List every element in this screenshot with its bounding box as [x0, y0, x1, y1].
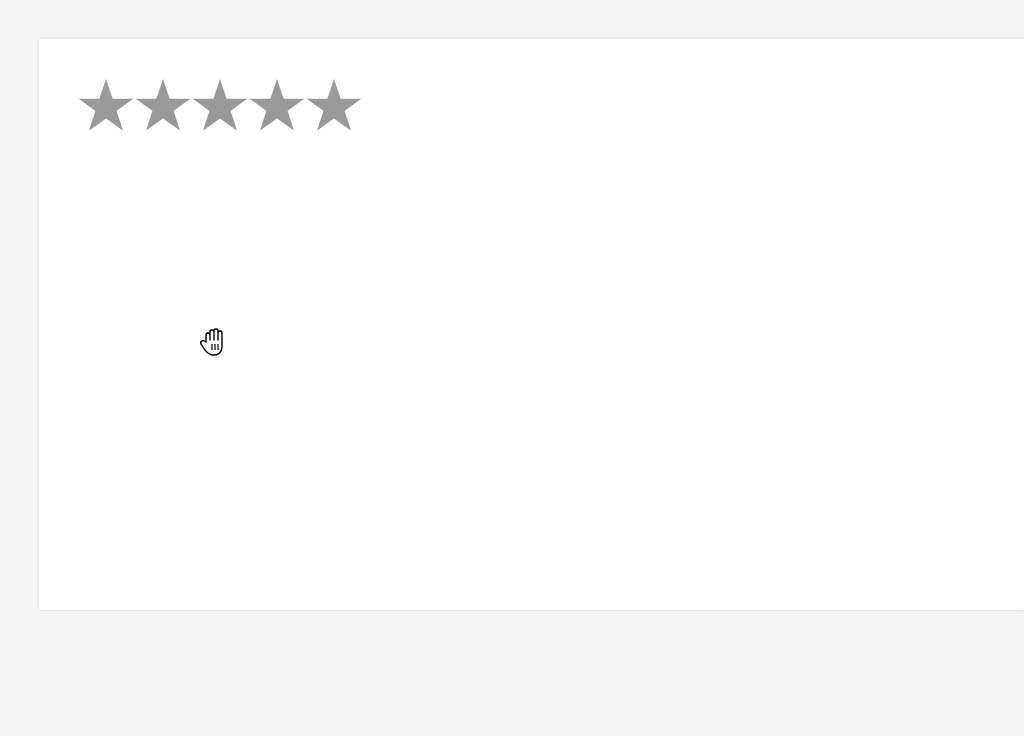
- star-2[interactable]: [135, 77, 191, 137]
- star-icon: [306, 79, 362, 131]
- star-icon: [78, 79, 134, 131]
- star-icon: [192, 79, 248, 131]
- star-rating[interactable]: [78, 77, 362, 137]
- star-5[interactable]: [306, 77, 362, 137]
- star-4[interactable]: [249, 77, 305, 137]
- rating-card: [39, 39, 1024, 610]
- star-icon: [249, 79, 305, 131]
- star-3[interactable]: [192, 77, 248, 137]
- star-icon: [135, 79, 191, 131]
- star-1[interactable]: [78, 77, 134, 137]
